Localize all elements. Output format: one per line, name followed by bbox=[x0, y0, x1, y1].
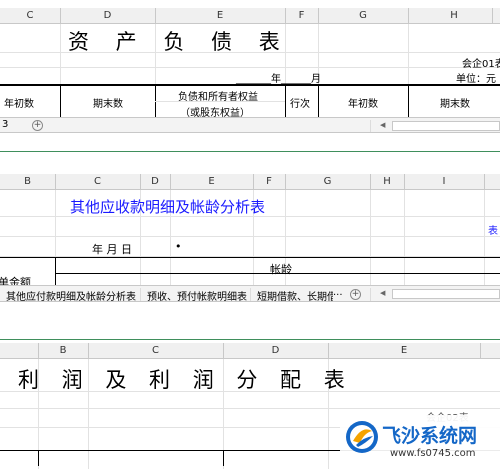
column-header-g[interactable]: G bbox=[285, 174, 370, 189]
column-header-b[interactable]: B bbox=[38, 343, 88, 358]
brand-url: www.fs0745.com bbox=[390, 448, 476, 459]
sheet-tab-other-payables[interactable]: 其他应付款明细及帐龄分析表 bbox=[6, 288, 136, 303]
date-line: _______年______月 bbox=[236, 74, 321, 85]
unit-label: 单位：元 bbox=[456, 74, 496, 85]
add-sheet-icon[interactable]: + bbox=[32, 120, 43, 131]
column-header-d[interactable]: D bbox=[140, 174, 170, 189]
column-header-e[interactable]: E bbox=[155, 8, 285, 23]
column-header-f[interactable]: F bbox=[253, 174, 285, 189]
horizontal-scrollbar[interactable] bbox=[392, 121, 500, 131]
sheet-window-1: C D E F G H 资 产 负 债 表 会企01表 _______年____… bbox=[0, 0, 500, 152]
bullet-mark: • bbox=[175, 240, 182, 253]
header-end-period-2: 期末数 bbox=[440, 99, 470, 110]
brand-name: 飞沙系统网 bbox=[382, 425, 478, 447]
scroll-left-icon[interactable]: ◀ bbox=[380, 121, 385, 129]
balance-sheet-title: 资 产 负 债 表 bbox=[68, 30, 290, 54]
column-header-row: B C D E bbox=[0, 343, 500, 359]
horizontal-scrollbar[interactable] bbox=[392, 289, 500, 299]
brand-logo-icon bbox=[346, 421, 378, 453]
header-row-no: 行次 bbox=[290, 99, 310, 110]
column-header-d[interactable]: D bbox=[60, 8, 155, 23]
add-sheet-icon[interactable]: + bbox=[350, 289, 361, 300]
site-watermark: 飞沙系统网 www.fs0745.com bbox=[340, 415, 500, 466]
header-liabilities-1: 负债和所有者权益 bbox=[178, 92, 258, 103]
sheet-tab-bar: 3 + ◀ bbox=[0, 117, 500, 133]
sheet-tab-loans[interactable]: 短期借款、长期借 bbox=[257, 288, 333, 303]
column-header-b[interactable]: B bbox=[0, 174, 55, 189]
column-header-h[interactable]: H bbox=[370, 174, 404, 189]
column-header-h[interactable]: H bbox=[408, 8, 500, 23]
sheet-tab-bar: 其他应付款明细及帐龄分析表 预收、预付帐款明细表 短期借款、长期借 ... + … bbox=[0, 285, 500, 303]
side-text: 表 bbox=[488, 226, 498, 237]
column-header-row: C D E F G H bbox=[0, 8, 500, 24]
scroll-left-icon[interactable]: ◀ bbox=[380, 289, 385, 297]
column-header-e[interactable]: E bbox=[170, 174, 253, 189]
header-begin-year: 年初数 bbox=[4, 99, 34, 110]
column-header-c[interactable]: C bbox=[55, 174, 140, 189]
sheet-tab-advance-receipts[interactable]: 预收、预付帐款明细表 bbox=[147, 288, 247, 303]
column-header-f[interactable]: F bbox=[285, 8, 318, 23]
sheet-tab-fragment[interactable]: 3 bbox=[2, 119, 8, 130]
more-tabs-button[interactable]: ... bbox=[333, 287, 343, 298]
form-code: 会企01表 bbox=[462, 59, 500, 70]
column-header-c[interactable]: C bbox=[88, 343, 223, 358]
date-line: 年 月 日 bbox=[92, 243, 132, 256]
sheet-window-2: B C D E F G H I 其他应收款明细及帐龄分析表 表 年 月 日 • … bbox=[0, 152, 500, 340]
header-begin-year-2: 年初数 bbox=[348, 99, 378, 110]
column-header-row: B C D E F G H I bbox=[0, 174, 500, 190]
receivables-title: 其他应收款明细及帐龄分析表 bbox=[70, 198, 266, 216]
column-header-g[interactable]: G bbox=[318, 8, 408, 23]
profit-statement-title: 利 润 及 利 润 分 配 表 bbox=[18, 368, 353, 392]
column-header-d[interactable]: D bbox=[223, 343, 328, 358]
column-header-e[interactable]: E bbox=[328, 343, 480, 358]
column-header-c[interactable]: C bbox=[0, 8, 60, 23]
age-header: 帐龄 bbox=[270, 263, 292, 276]
column-header-i[interactable]: I bbox=[404, 174, 484, 189]
header-end-period: 期末数 bbox=[93, 99, 123, 110]
